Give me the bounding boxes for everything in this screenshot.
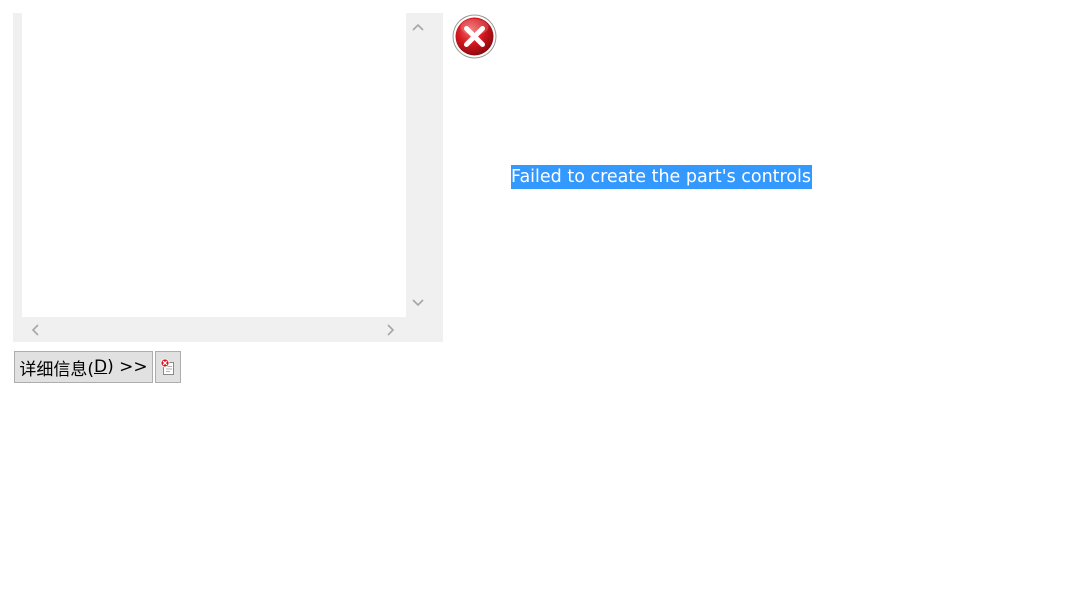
details-list-panel <box>13 13 443 342</box>
details-button[interactable]: 详细信息(D) >> <box>14 351 153 383</box>
chevron-down-icon <box>412 299 424 307</box>
scroll-left-button[interactable] <box>25 320 45 340</box>
horizontal-scrollbar[interactable] <box>22 317 406 342</box>
copy-error-icon <box>160 358 174 375</box>
error-dialog: Failed to create the part's controls 详细信… <box>0 0 1087 605</box>
chevron-up-icon <box>412 23 424 31</box>
error-message: Failed to create the part's controls <box>511 165 813 189</box>
details-button-label-prefix: 详细信息( <box>19 359 94 380</box>
chevron-right-icon <box>387 324 395 336</box>
error-x-icon <box>451 13 498 60</box>
details-list[interactable] <box>22 13 406 317</box>
details-button-mnemonic: D <box>94 357 108 377</box>
scroll-down-button[interactable] <box>408 293 428 313</box>
scroll-up-button[interactable] <box>408 17 428 37</box>
copy-button[interactable] <box>155 351 181 383</box>
vertical-scrollbar[interactable] <box>406 13 430 317</box>
details-button-label-suffix: ) >> <box>107 357 148 377</box>
scroll-right-button[interactable] <box>381 320 401 340</box>
chevron-left-icon <box>31 324 39 336</box>
